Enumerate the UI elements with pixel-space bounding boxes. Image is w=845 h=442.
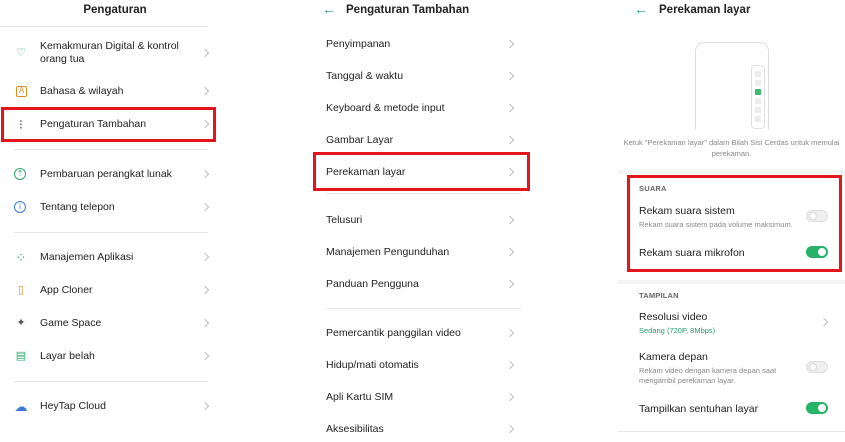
list-item-label: Tentang telepon xyxy=(40,200,115,213)
list-item-label: Kemakmuran Digital & kontrol orang tua xyxy=(40,40,179,65)
list-item-label: Apli Kartu SIM xyxy=(326,390,394,403)
smart-sidebar-illustration xyxy=(751,65,765,129)
sidebar-cell xyxy=(755,107,761,113)
list-item-heytap-cloud[interactable]: ☁ HeyTap Cloud xyxy=(0,391,230,421)
list-item-label: Bahasa & wilayah xyxy=(40,84,124,97)
list-item-label: Pembaruan perangkat lunak xyxy=(40,167,172,180)
screen-recording-panel: ← Perekaman layar Ketuk "Perekaman layar… xyxy=(618,0,845,442)
list-item-app-management[interactable]: ⁘ Manajemen Aplikasi xyxy=(0,242,230,272)
back-arrow-icon[interactable]: ← xyxy=(322,1,336,17)
sidebar-cell xyxy=(755,71,761,77)
section-header-display: TAMPILAN xyxy=(639,291,679,300)
list-item-search[interactable]: Telusuri xyxy=(300,205,545,235)
divider xyxy=(618,431,845,432)
chevron-right-icon xyxy=(819,317,829,327)
list-item-about-phone[interactable]: i Tentang telepon xyxy=(0,192,230,222)
apps-icon: ⁘ xyxy=(15,249,27,265)
list-item-label: App Cloner xyxy=(40,283,93,296)
page-title: Pengaturan xyxy=(83,4,147,16)
page-title: Pengaturan Tambahan xyxy=(346,4,470,16)
divider xyxy=(14,232,208,233)
setting-title: Tampilkan sentuhan layar xyxy=(639,403,759,415)
list-item-label: Game Space xyxy=(40,316,102,329)
highlight-box xyxy=(1,107,216,142)
record-icon xyxy=(755,89,761,95)
show-touches-toggle[interactable] xyxy=(806,402,828,414)
section-divider xyxy=(618,280,845,284)
list-item-accessibility[interactable]: Aksesibilitas xyxy=(300,414,545,442)
list-item-game-space[interactable]: ✦ Game Space xyxy=(0,308,230,338)
list-item-keyboard[interactable]: Keyboard & metode input xyxy=(300,93,545,123)
settings-panel: Pengaturan ♡ Kemakmuran Digital & kontro… xyxy=(0,0,230,442)
cloud-icon: ☁ xyxy=(14,398,28,414)
highlight-box xyxy=(627,175,842,272)
list-item-label: Pemercantik panggilan video xyxy=(326,326,461,339)
setting-subtitle: Rekam video dengan kamera depan saat men… xyxy=(639,366,777,385)
list-item-label: Hidup/mati otomatis xyxy=(326,358,419,371)
sidebar-cell xyxy=(755,98,761,104)
additional-settings-panel: ← Pengaturan Tambahan Penyimpanan Tangga… xyxy=(300,0,545,442)
divider xyxy=(326,308,521,309)
list-item-label: Manajemen Aplikasi xyxy=(40,250,134,263)
list-item-split-screen[interactable]: ▤ Layar belah xyxy=(0,341,230,371)
divider xyxy=(14,381,208,382)
list-item-digital-wellbeing[interactable]: ♡ Kemakmuran Digital & kontrol orang tua xyxy=(0,37,230,69)
sidebar-cell xyxy=(755,80,761,86)
list-item-label: Tanggal & waktu xyxy=(326,69,404,82)
list-item-label: HeyTap Cloud xyxy=(40,399,106,412)
list-item-label: Gambar Layar xyxy=(326,133,394,146)
list-item-language[interactable]: A Bahasa & wilayah xyxy=(0,76,230,106)
sidebar-cell xyxy=(755,116,761,122)
back-arrow-icon[interactable]: ← xyxy=(634,1,648,17)
header: ← Pengaturan Tambahan xyxy=(300,0,545,22)
hint-text: Ketuk "Perekaman layar" dalam Bilah Sisi… xyxy=(623,138,840,158)
game-space-icon: ✦ xyxy=(16,316,26,329)
list-item-sim-apps[interactable]: Apli Kartu SIM xyxy=(300,382,545,412)
list-item-label: Keyboard & metode input xyxy=(326,101,445,114)
list-item-scheduled-power[interactable]: Hidup/mati otomatis xyxy=(300,350,545,380)
app-cloner-icon: ▯ xyxy=(17,283,25,296)
setting-title: Kamera depan xyxy=(639,351,708,363)
list-item-software-update[interactable]: ⇡ Pembaruan perangkat lunak xyxy=(0,159,230,189)
resolution-row[interactable] xyxy=(618,306,845,338)
update-icon: ⇡ xyxy=(14,168,26,180)
info-icon: i xyxy=(14,201,26,213)
divider xyxy=(326,193,521,194)
list-item-label: Penyimpanan xyxy=(326,37,391,50)
list-item-storage[interactable]: Penyimpanan xyxy=(300,29,545,59)
heart-child-icon: ♡ xyxy=(16,46,26,59)
list-item-app-cloner[interactable]: ▯ App Cloner xyxy=(0,275,230,305)
section-divider xyxy=(618,170,845,174)
list-item-label: Manajemen Pengunduhan xyxy=(326,245,450,258)
toggle-knob xyxy=(818,404,826,412)
list-item-downloads[interactable]: Manajemen Pengunduhan xyxy=(300,237,545,267)
front-camera-toggle[interactable] xyxy=(806,361,828,373)
list-item-label: Panduan Pengguna xyxy=(326,277,419,290)
header: ← Perekaman layar xyxy=(618,0,845,22)
list-item-label: Telusuri xyxy=(326,213,363,226)
list-item-user-guide[interactable]: Panduan Pengguna xyxy=(300,269,545,299)
toggle-knob xyxy=(809,363,817,371)
list-item-screenshot[interactable]: Gambar Layar xyxy=(300,125,545,155)
highlight-box xyxy=(313,152,530,191)
page-title: Perekaman layar xyxy=(659,4,751,16)
divider xyxy=(14,149,208,150)
list-item-label: Aksesibilitas xyxy=(326,422,384,435)
list-item-video-call-beauty[interactable]: Pemercantik panggilan video xyxy=(300,318,545,348)
divider xyxy=(0,26,208,27)
list-item-date-time[interactable]: Tanggal & waktu xyxy=(300,61,545,91)
list-item-label: Layar belah xyxy=(40,349,95,362)
language-icon: A xyxy=(16,85,27,97)
split-screen-icon: ▤ xyxy=(15,349,27,362)
